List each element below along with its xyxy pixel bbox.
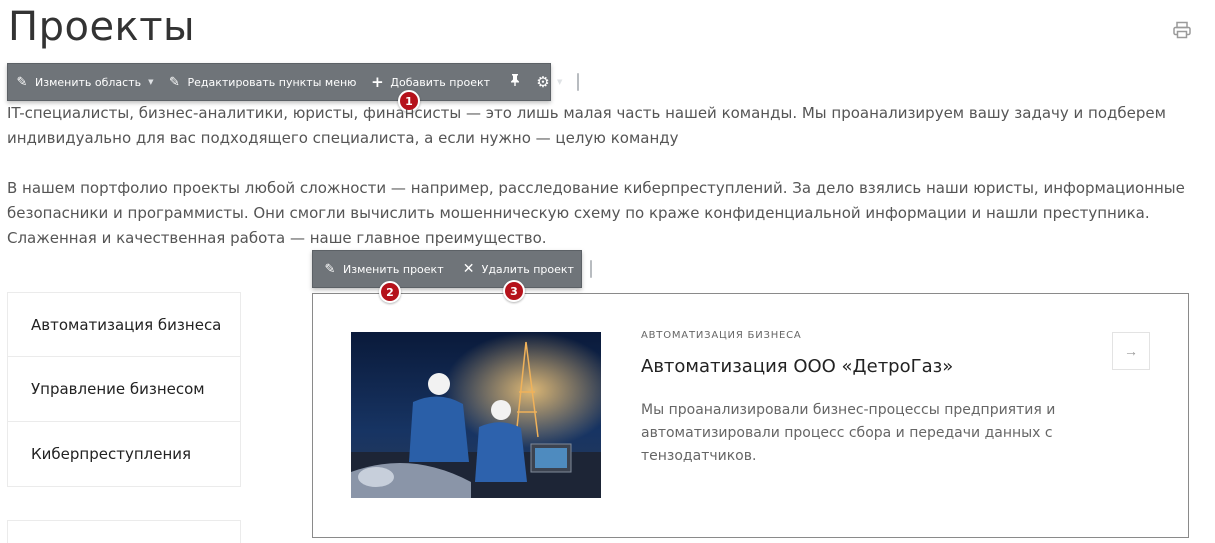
sidebar-block (7, 520, 241, 543)
edit-menu-items-button[interactable]: ✎ Редактировать пункты меню (161, 64, 364, 100)
edit-project-label: Изменить проект (343, 262, 444, 276)
edit-project-button[interactable]: ✎ Изменить проект (313, 251, 454, 287)
page-title: Проекты (8, 4, 196, 50)
admin-toolbar-page: ✎ Изменить область ▼ ✎ Редактировать пун… (7, 63, 580, 101)
intro-paragraph: В нашем портфолио проекты любой сложност… (7, 179, 1185, 247)
settings-button[interactable]: ⚙ ▼ (529, 64, 569, 100)
pin-button[interactable] (501, 64, 529, 100)
toolbar-collapse-handle[interactable] (577, 73, 580, 91)
plus-icon: + (371, 73, 384, 91)
toolbar-collapse-handle[interactable] (589, 260, 592, 278)
edit-menu-items-label: Редактировать пункты меню (187, 75, 357, 89)
close-icon: ✕ (462, 261, 475, 277)
chevron-down-icon: ▼ (148, 78, 154, 86)
project-description: Мы проанализировали бизнес-процессы пред… (641, 402, 1056, 464)
pin-icon (508, 73, 522, 91)
sidebar-item-cybercrime[interactable]: Киберпреступления (7, 422, 241, 487)
intro-text: IT-специалисты, бизнес-аналитики, юристы… (7, 101, 1197, 251)
add-project-label: Добавить проект (390, 75, 491, 89)
gear-icon: ⚙ (536, 73, 550, 91)
sidebar-item-management[interactable]: Управление бизнесом (7, 357, 241, 422)
edit-area-button[interactable]: ✎ Изменить область ▼ (8, 64, 161, 100)
sidebar-item-automation[interactable]: Автоматизация бизнеса (7, 292, 241, 357)
printer-icon[interactable] (1172, 20, 1192, 40)
hint-badge-3: 3 (503, 280, 525, 302)
pencil-icon: ✎ (324, 261, 336, 277)
project-image[interactable] (351, 332, 601, 498)
chevron-down-icon: ▼ (557, 78, 563, 86)
open-project-button[interactable]: → (1112, 332, 1150, 370)
pencil-icon: ✎ (169, 74, 180, 90)
edit-area-label: Изменить область (35, 75, 142, 89)
project-title[interactable]: Автоматизация ООО «ДетроГаз» (641, 356, 953, 377)
pencil-icon: ✎ (16, 74, 28, 90)
project-category: АВТОМАТИЗАЦИЯ БИЗНЕСА (641, 330, 802, 341)
category-sidebar: Автоматизация бизнеса Управление бизнесо… (7, 292, 241, 487)
add-project-button[interactable]: + Добавить проект (363, 64, 497, 100)
delete-project-label: Удалить проект (481, 262, 574, 276)
project-card: АВТОМАТИЗАЦИЯ БИЗНЕСА Автоматизация ООО … (312, 293, 1189, 538)
arrow-right-icon: → (1124, 343, 1138, 359)
intro-paragraph: IT-специалисты, бизнес-аналитики, юристы… (7, 104, 1166, 147)
hint-badge-2: 2 (379, 281, 401, 303)
admin-toolbar-item: ✎ Изменить проект ✕ Удалить проект (312, 250, 592, 288)
